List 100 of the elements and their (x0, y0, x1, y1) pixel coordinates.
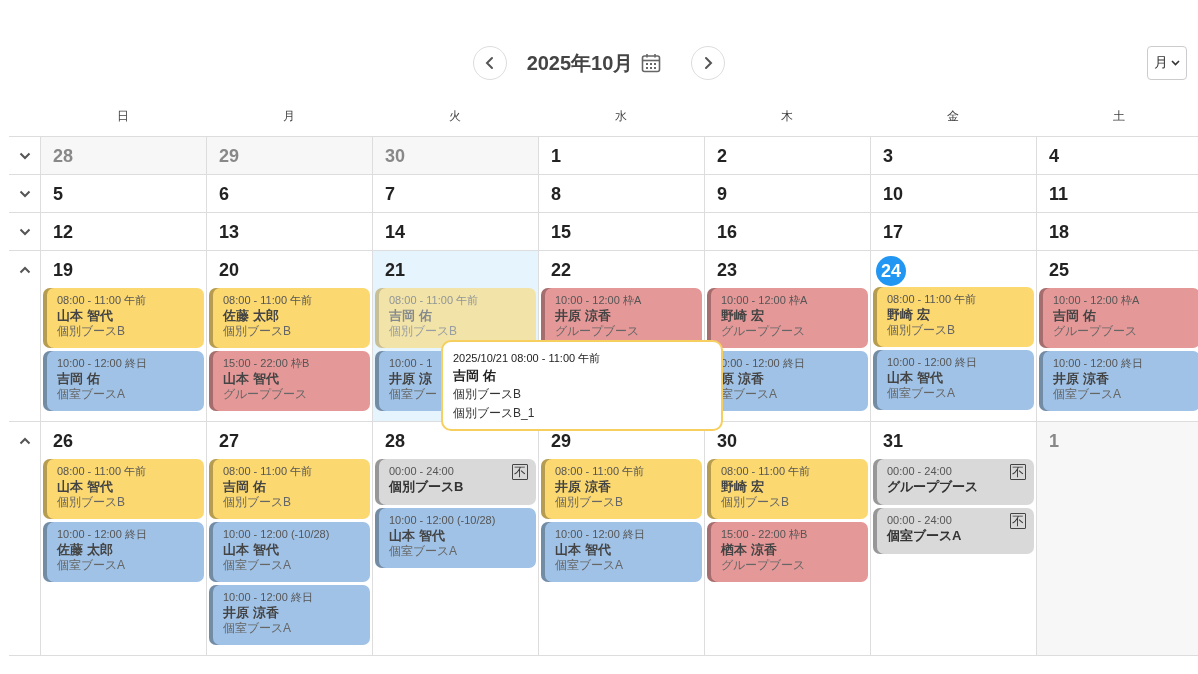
blocked-time-card[interactable]: 00:00 - 24:00 グループブース 不 (873, 459, 1034, 505)
event-time: 08:00 - 11:00 午前 (555, 464, 645, 478)
reservation-card[interactable]: 08:00 - 11:00 午前 吉岡 佑 個別ブースB (375, 288, 536, 348)
reservation-card[interactable]: 08:00 - 11:00 午前 吉岡 佑 個別ブースB (209, 459, 370, 519)
reservation-card[interactable]: 08:00 - 11:00 午前 佐藤 太郎 個別ブースB (209, 288, 370, 348)
unavailable-badge: 不 (1010, 464, 1026, 480)
other-month-day-cell[interactable]: 1 (1036, 422, 1198, 655)
chevron-up-icon (18, 437, 31, 445)
day-number: 28 (384, 430, 407, 453)
day-number: 22 (550, 259, 573, 282)
event-location: 個別ブースB (57, 324, 125, 339)
event-location: 個室ブースA (555, 558, 623, 573)
reservation-card[interactable]: 08:00 - 11:00 午前 山本 智代 個別ブースB (43, 459, 204, 519)
event-location: グループブース (1053, 324, 1137, 339)
today-day-number: 24 (876, 256, 906, 286)
day-number: 17 (882, 221, 905, 244)
reservation-card[interactable]: 10:00 - 12:00 終日 吉岡 佑 個室ブースA (43, 351, 204, 411)
event-time: 08:00 - 11:00 午前 (57, 464, 147, 478)
other-month-day-cell[interactable]: 29 (206, 137, 372, 174)
event-title: 山本 智代 (223, 370, 279, 387)
event-location: グループブース (223, 387, 307, 402)
other-month-day-cell[interactable]: 28 (40, 137, 206, 174)
calendar-icon[interactable] (641, 53, 662, 73)
day-number: 30 (716, 430, 739, 453)
blocked-time-card[interactable]: 00:00 - 24:00 個室ブースA 不 (873, 508, 1034, 554)
event-title: 井原 涼香 (223, 604, 279, 621)
unavailable-badge: 不 (512, 464, 528, 480)
event-time: 10:00 - 12:00 終日 (1053, 356, 1143, 370)
event-time: 08:00 - 11:00 午前 (721, 464, 811, 478)
event-title: 佐藤 太郎 (223, 307, 279, 324)
chevron-right-icon (702, 56, 715, 70)
event-location: 個室ブースA (1053, 387, 1121, 402)
event-title: 吉岡 佑 (1053, 307, 1096, 324)
event-location: 個室ブースA (389, 544, 457, 559)
day-number: 13 (218, 221, 241, 244)
weekday-header: 土 (1112, 107, 1126, 125)
day-number: 7 (384, 183, 396, 206)
day-number: 15 (550, 221, 573, 244)
other-month-day-cell[interactable]: 30 (372, 137, 538, 174)
reservation-card[interactable]: 08:00 - 11:00 午前 野崎 宏 個別ブースB (707, 459, 868, 519)
event-location: 個室ブースA (57, 387, 125, 402)
event-time: 10:00 - 12:00 終日 (887, 355, 977, 369)
event-time: 10:00 - 12:00 枠A (555, 293, 642, 307)
event-location: 個別ブースB (555, 495, 623, 510)
weekday-header: 木 (780, 107, 794, 125)
event-time: 08:00 - 11:00 午前 (223, 464, 313, 478)
previous-month-button[interactable] (472, 46, 507, 80)
chevron-down-icon (18, 227, 31, 236)
day-number: 31 (882, 430, 905, 453)
event-title: 野崎 宏 (721, 307, 764, 324)
next-month-button[interactable] (691, 46, 726, 80)
weekday-header: 水 (614, 107, 628, 125)
reservation-card[interactable]: 15:00 - 22:00 枠B 楢本 涼香 グループブース (707, 522, 868, 582)
event-title: 山本 智代 (389, 527, 445, 544)
event-time: 08:00 - 11:00 午前 (57, 293, 147, 307)
reservation-card[interactable]: 10:00 - 12:00 終日 山本 智代 個室ブースA (873, 350, 1034, 410)
event-time: 10:00 - 12:00 (-10/28) (389, 513, 496, 527)
reservation-card[interactable]: 10:00 - 12:00 枠A 野崎 宏 グループブース (707, 288, 868, 348)
event-title: 山本 智代 (57, 478, 113, 495)
blocked-time-card[interactable]: 00:00 - 24:00 個別ブースB 不 (375, 459, 536, 505)
reservation-card[interactable]: 10:00 - 12:00 終日 井原 涼香 個室ブースA (1039, 351, 1198, 411)
event-location: 個別ブースB (389, 324, 457, 339)
reservation-card[interactable]: 08:00 - 11:00 午前 山本 智代 個別ブースB (43, 288, 204, 348)
event-title: 野崎 宏 (887, 306, 930, 323)
weekday-header: 金 (946, 107, 960, 125)
event-location: 個別ブースB (887, 323, 955, 338)
reservation-card[interactable]: 15:00 - 22:00 枠B 山本 智代 グループブース (209, 351, 370, 411)
event-location: 個室ブースA (223, 621, 291, 636)
view-select[interactable]: 月 (1147, 46, 1187, 80)
weekday-header: 月 (282, 107, 296, 125)
reservation-card[interactable]: 10:00 - 12:00 (-10/28) 山本 智代 個室ブースA (209, 522, 370, 582)
reservation-card[interactable]: 08:00 - 11:00 午前 野崎 宏 個別ブースB (873, 287, 1034, 347)
reservation-card[interactable]: 10:00 - 12:00 終日 佐藤 太郎 個室ブースA (43, 522, 204, 582)
event-location: 個室ブー (389, 387, 437, 402)
reservation-card[interactable]: 08:00 - 11:00 午前 井原 涼香 個別ブースB (541, 459, 702, 519)
day-number: 25 (1048, 259, 1071, 282)
event-title: 井原 涼 (389, 370, 432, 387)
event-time: 00:00 - 24:00 (887, 513, 952, 527)
chevron-down-icon (18, 189, 31, 198)
reservation-card[interactable]: 10:00 - 12:00 終日 井原 涼香 個室ブースA (209, 585, 370, 645)
event-title: 吉岡 佑 (389, 307, 432, 324)
weekday-header: 火 (448, 107, 462, 125)
event-location: 個別ブースB (223, 495, 291, 510)
event-location: 個室ブースA (57, 558, 125, 573)
day-number: 20 (218, 259, 241, 282)
reservation-card[interactable]: 10:00 - 12:00 (-10/28) 山本 智代 個室ブースA (375, 508, 536, 568)
day-number: 1 (1048, 430, 1060, 453)
day-number: 26 (52, 430, 75, 453)
event-title: 井原 涼香 (555, 478, 611, 495)
event-time: 00:00 - 24:00 (887, 464, 952, 478)
event-location: グループブース (721, 324, 805, 339)
day-number: 19 (52, 259, 75, 282)
day-number: 29 (218, 145, 241, 168)
event-time: 15:00 - 22:00 枠B (721, 527, 808, 541)
day-number: 10 (882, 183, 905, 206)
event-time: 08:00 - 11:00 午前 (223, 293, 313, 307)
day-number: 9 (716, 183, 728, 206)
reservation-card[interactable]: 10:00 - 12:00 終日 山本 智代 個室ブースA (541, 522, 702, 582)
event-location: 個室ブースA (887, 386, 955, 401)
reservation-card[interactable]: 10:00 - 12:00 枠A 吉岡 佑 グループブース (1039, 288, 1198, 348)
